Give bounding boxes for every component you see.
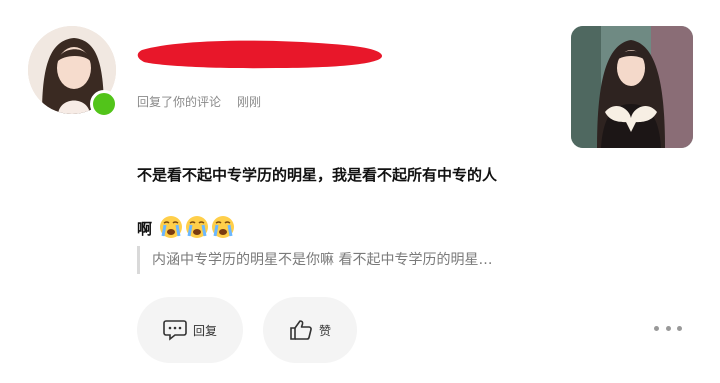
quoted-original-comment[interactable]: 内涵中专学历的明星不是你嘛 看不起中专学历的明星…: [137, 246, 557, 274]
post-thumbnail[interactable]: [571, 26, 693, 148]
comment-line-1: 不是看不起中专学历的明星，我是看不起所有中专的人: [137, 166, 498, 184]
more-dots-icon: [654, 325, 659, 331]
crying-face-icon: [186, 216, 209, 238]
more-options-button[interactable]: [654, 318, 682, 338]
quote-text: 内涵中专学历的明星不是你嘛 看不起中专学历的明星…: [152, 252, 493, 268]
comment-bubble-icon: [163, 320, 187, 341]
redacted-username: [137, 40, 382, 69]
thumbs-up-icon: [290, 320, 312, 340]
like-button[interactable]: 赞: [263, 297, 357, 363]
more-dots-icon: [677, 325, 682, 331]
crying-face-icon: [160, 216, 183, 238]
comment-line-2-text: 啊: [137, 220, 153, 238]
comment-meta: 回复了你的评论 刚刚: [137, 93, 261, 110]
reply-label: 回复: [192, 323, 217, 338]
comment-time: 刚刚: [237, 95, 262, 109]
crying-face-icon: [212, 216, 235, 238]
online-status-dot: [90, 90, 118, 118]
comment-body: 不是看不起中专学历的明星，我是看不起所有中专的人 啊: [137, 148, 557, 256]
reply-button[interactable]: 回复: [137, 297, 243, 363]
meta-action-text: 回复了你的评论: [137, 95, 222, 109]
more-dots-icon: [665, 325, 671, 331]
like-label: 赞: [318, 323, 331, 338]
